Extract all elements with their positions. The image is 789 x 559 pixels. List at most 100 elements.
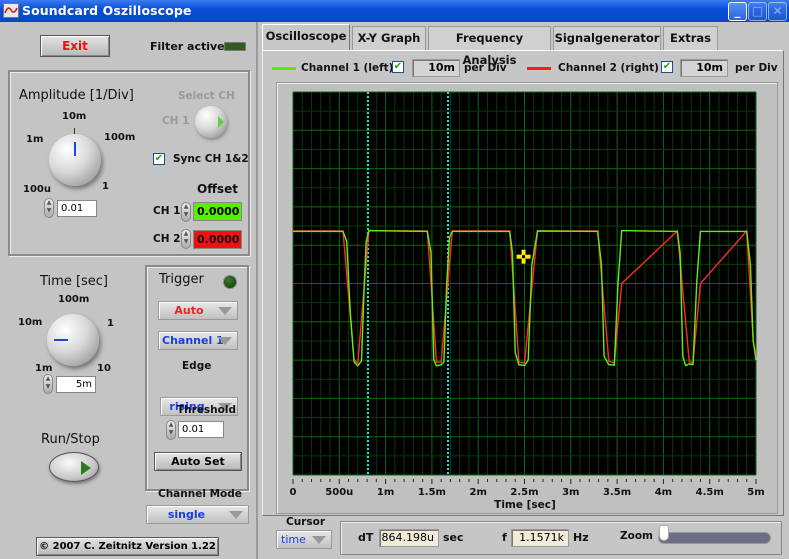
cursor-readout-bar: dT 864.198u sec f 1.1571k Hz Zoom: [340, 521, 782, 555]
x-tick-label: 3m: [562, 487, 579, 498]
trigger-mode-value: Auto: [174, 304, 204, 317]
x-tick-label: 1.5m: [418, 487, 446, 498]
dt-value: 864.198u: [379, 529, 439, 547]
amplitude-title: Amplitude [1/Div]: [19, 88, 134, 103]
amplitude-spinner[interactable]: ▲ ▼: [44, 198, 54, 218]
close-icon: ✕: [772, 4, 783, 18]
channel-mode-value: single: [167, 508, 206, 521]
channel1-per-div-label: per Div: [464, 62, 507, 74]
zoom-slider-thumb[interactable]: [659, 525, 669, 541]
time-knob[interactable]: [47, 314, 99, 366]
time-title: Time [sec]: [40, 274, 109, 289]
select-ch-button[interactable]: [195, 106, 227, 138]
time-input[interactable]: 5m: [56, 376, 96, 393]
run-stop-button[interactable]: [49, 452, 99, 482]
x-tick-label: 1m: [377, 487, 394, 498]
amplitude-scale-label: 1: [102, 181, 109, 192]
amplitude-input[interactable]: 0.01: [57, 200, 97, 217]
channel-mode-label: Channel Mode: [158, 488, 242, 500]
offset-ch1-spinner[interactable]: ▲ ▼: [181, 202, 191, 222]
x-tick-label: 500u: [325, 487, 353, 498]
x-axis-label: Time [sec]: [494, 499, 556, 511]
offset-ch2-spinner[interactable]: ▲ ▼: [181, 229, 191, 249]
f-unit: Hz: [573, 531, 589, 544]
time-scale-label: 10: [97, 363, 111, 374]
filter-active-indicator: [224, 42, 246, 51]
offset-ch1-input[interactable]: 0.0000: [193, 202, 242, 221]
f-value: 1.1571k: [511, 529, 569, 547]
plot-frame: 0 500u 1m 1.5m 2m 2.5m 3m 3.5m 4m 4.5m 5m Time [se…: [276, 82, 778, 514]
offset-ch2-input[interactable]: 0.0000: [193, 230, 242, 249]
knob-indicator: [54, 339, 68, 341]
grid: [292, 91, 757, 476]
channel2-label: Channel 2 (right): [558, 62, 659, 74]
dt-unit: sec: [443, 531, 464, 544]
channel-mode-select[interactable]: single: [146, 505, 249, 524]
tab-oscilloscope[interactable]: Oscilloscope: [262, 24, 350, 50]
threshold-spinner[interactable]: ▲ ▼: [166, 420, 176, 440]
run-stop-label: Run/Stop: [41, 432, 100, 447]
cursor-mode-select[interactable]: time: [276, 530, 332, 549]
trigger-mode-select[interactable]: Auto: [158, 301, 238, 320]
cursor-mode-value: time: [281, 533, 306, 546]
x-tick-label: 2m: [470, 487, 487, 498]
time-spinner[interactable]: ▲ ▼: [43, 374, 53, 394]
sync-checkbox[interactable]: ✔: [153, 153, 165, 165]
select-ch-channel-label: CH 1: [162, 115, 190, 127]
title-bar: Soundcard Oszilloscope _ □ ✕: [0, 0, 789, 22]
channel1-legend-line: [272, 67, 296, 70]
offset-title: Offset: [197, 182, 238, 196]
chevron-down-icon: [229, 511, 243, 519]
app-icon: [3, 3, 19, 18]
trigger-channel-select[interactable]: Channel 1: [158, 331, 238, 350]
time-scale-label: 10m: [18, 317, 43, 328]
maximize-button[interactable]: □: [748, 2, 767, 21]
select-ch-label: Select CH: [178, 90, 235, 102]
x-tick-label: 4m: [655, 487, 672, 498]
channel2-legend-line: [527, 67, 551, 70]
channel2-checkbox[interactable]: ✔: [661, 61, 673, 73]
play-icon: [218, 116, 224, 128]
filter-active-label: Filter active: [150, 40, 225, 53]
tab-xy-graph[interactable]: X-Y Graph: [352, 26, 426, 50]
channel1-label: Channel 1 (left): [301, 62, 394, 74]
window-title: Soundcard Oszilloscope: [22, 3, 192, 18]
trigger-title: Trigger: [159, 272, 204, 287]
maximize-icon: □: [751, 4, 764, 18]
chevron-down-icon: [312, 536, 326, 544]
exit-button[interactable]: Exit: [40, 35, 110, 57]
amplitude-knob[interactable]: [49, 134, 101, 186]
channel1-checkbox[interactable]: ✔: [392, 61, 404, 73]
trigger-indicator: [223, 275, 237, 289]
auto-set-button[interactable]: Auto Set: [154, 452, 242, 471]
x-tick-label: 4.5m: [696, 487, 724, 498]
time-scale-label: 1m: [35, 363, 53, 374]
amplitude-scale-label: 100u: [23, 184, 51, 195]
tab-frequency-analysis[interactable]: Frequency Analysis: [428, 26, 551, 67]
marker-center: [522, 255, 526, 259]
amplitude-scale-label: 10m: [62, 111, 87, 122]
chevron-down-icon: [218, 337, 232, 345]
channel2-per-div-input[interactable]: 10m: [680, 59, 728, 77]
control-panel: Exit Filter active Amplitude [1/Div] 100…: [0, 22, 258, 559]
oscilloscope-chart[interactable]: 0 500u 1m 1.5m 2m 2.5m 3m 3.5m 4m 4.5m 5m Time [se…: [277, 83, 777, 513]
minimize-button[interactable]: _: [728, 2, 747, 21]
zoom-slider-track[interactable]: [658, 532, 771, 544]
play-icon: [81, 461, 91, 475]
close-button[interactable]: ✕: [768, 2, 787, 21]
channel2-per-div-label: per Div: [735, 62, 778, 74]
x-tick-label: 3.5m: [603, 487, 631, 498]
offset-ch2-label: CH 2: [153, 233, 181, 245]
trigger-channel-value: Channel 1: [162, 334, 224, 347]
x-tick-label: 2.5m: [510, 487, 538, 498]
tab-extras[interactable]: Extras: [663, 26, 718, 50]
dt-label: dT: [358, 531, 374, 544]
threshold-input[interactable]: 0.01: [178, 421, 224, 438]
offset-ch1-label: CH 1: [153, 205, 181, 217]
edge-label: Edge: [182, 360, 212, 372]
time-scale-label: 1: [107, 318, 114, 329]
tab-signalgenerator[interactable]: Signalgenerator: [553, 26, 661, 50]
amplitude-scale-label: 1m: [26, 134, 44, 145]
channel1-per-div-input[interactable]: 10m: [412, 59, 460, 77]
x-axis: 0 500u 1m 1.5m 2m 2.5m 3m 3.5m 4m 4.5m 5m: [290, 478, 765, 498]
